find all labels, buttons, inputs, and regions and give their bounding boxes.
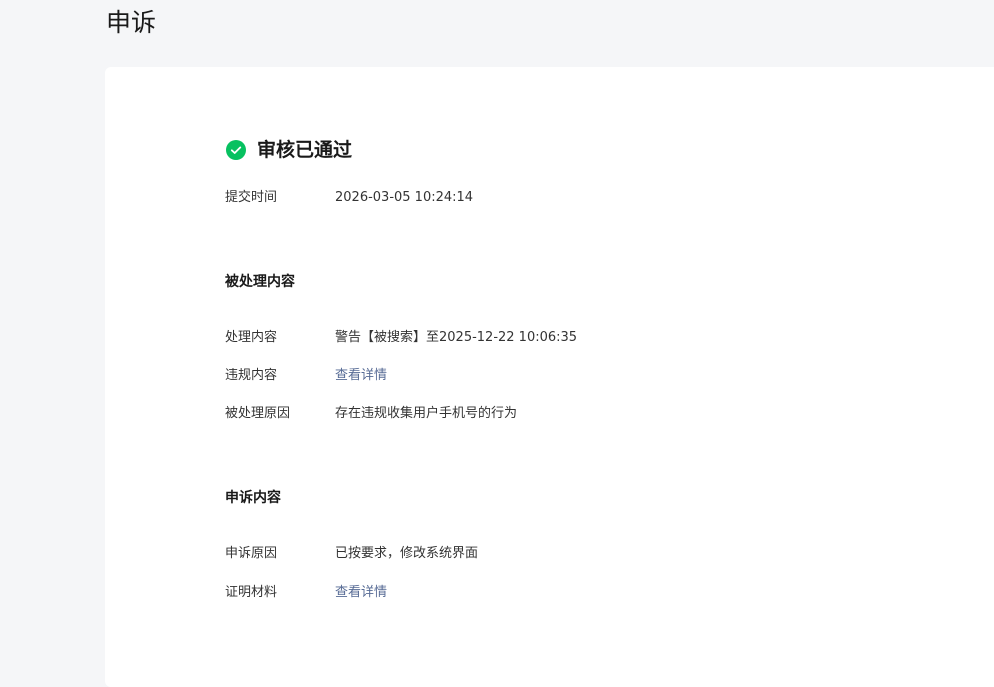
handled-content-value: 警告【被搜索】至2025-12-22 10:06:35 [335,330,578,345]
violation-content-row: 违规内容 查看详情 [225,366,387,386]
submit-time-label: 提交时间 [225,190,278,205]
handled-reason-row: 被处理原因 存在违规收集用户手机号的行为 [225,404,517,424]
page-title: 申诉 [106,8,157,37]
handled-content-row: 处理内容 警告【被搜索】至2025-12-22 10:06:35 [225,328,577,348]
status-text: 审核已通过 [257,139,353,161]
appeal-section-title: 申诉内容 [225,490,281,506]
proof-material-label: 证明材料 [225,585,278,600]
violation-content-label: 违规内容 [225,368,278,383]
proof-material-row: 证明材料 查看详情 [225,583,387,603]
handled-reason-label: 被处理原因 [225,406,291,421]
appeal-reason-label: 申诉原因 [225,546,278,561]
violation-view-details-link[interactable]: 查看详情 [335,366,387,386]
proof-view-details-link[interactable]: 查看详情 [335,583,387,603]
status-banner: 审核已通过 [226,137,352,163]
handled-reason-value: 存在违规收集用户手机号的行为 [335,406,518,421]
handled-section-title: 被处理内容 [225,274,295,290]
appeal-reason-row: 申诉原因 已按要求，修改系统界面 [225,544,478,564]
submit-time-row: 提交时间 2026-03-05 10:24:14 [225,188,473,208]
appeal-reason-value: 已按要求，修改系统界面 [335,546,479,561]
handled-content-label: 处理内容 [225,330,278,345]
submit-time-value: 2026-03-05 10:24:14 [335,190,474,205]
check-circle-icon [226,140,246,160]
